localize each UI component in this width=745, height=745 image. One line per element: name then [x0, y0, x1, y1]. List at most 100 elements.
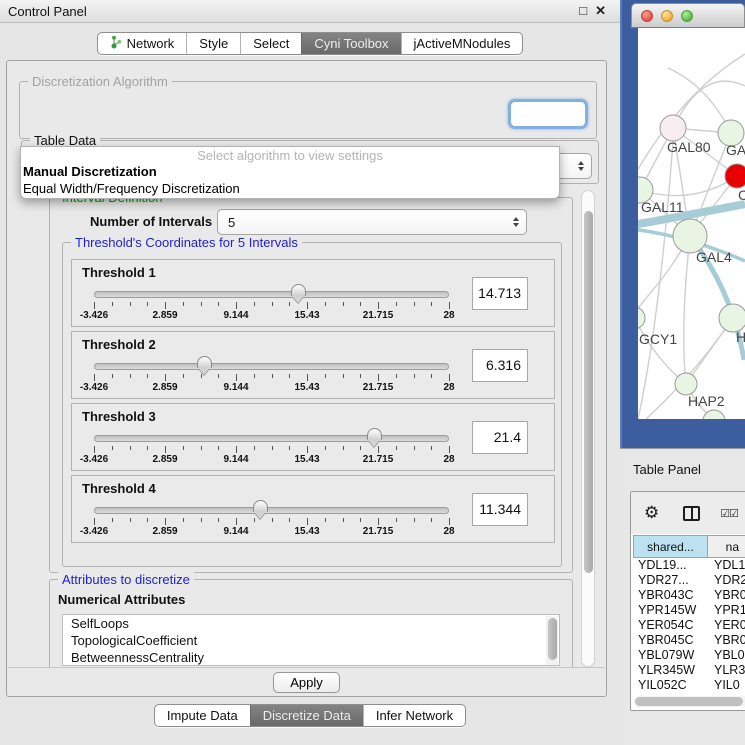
algorithm-option-manual-discretization[interactable]: Manual Discretization — [21, 163, 559, 180]
threshold-value-field[interactable]: 21.4 — [472, 421, 528, 454]
tab-jactivemnodules[interactable]: jActiveMNodules — [401, 33, 523, 54]
network-node-label: GAL11 — [641, 199, 684, 215]
network-node-gal80[interactable] — [660, 115, 686, 141]
table-row[interactable]: YDR27...YDR2 — [633, 573, 745, 588]
network-node[interactable] — [703, 410, 725, 419]
close-panel-icon[interactable]: ✕ — [595, 3, 606, 19]
slider-tick — [449, 374, 450, 381]
cyni-toolbox-panel: Discretization Algorithm Table Data galF… — [6, 60, 607, 697]
table-row[interactable]: YBL079WYBL0 — [633, 648, 745, 663]
tab-infer-network[interactable]: Infer Network — [363, 705, 465, 726]
discretization-algorithm-group-title: Discretization Algorithm — [28, 74, 172, 89]
tab-cyni-toolbox[interactable]: Cyni Toolbox — [301, 33, 400, 54]
slider-tick — [130, 302, 131, 306]
slider-tick — [396, 374, 397, 378]
select-columns-icon[interactable]: ☑☑ — [720, 507, 738, 520]
threshold-value-field[interactable]: 6.316 — [472, 349, 528, 382]
split-view-icon[interactable] — [683, 506, 700, 521]
slider-tick — [94, 518, 95, 525]
slider-tick — [343, 302, 344, 306]
table-row[interactable]: YER054CYER0 — [633, 618, 745, 633]
node-table: ⚙ ☑☑ shared... na YDL19...YDL1YDR27...YD… — [630, 491, 745, 711]
network-node-h[interactable] — [719, 304, 745, 332]
threshold-slider-thumb[interactable] — [253, 500, 268, 512]
network-edge[interactable] — [684, 236, 690, 384]
slider-tick — [147, 518, 148, 522]
network-node-hap2[interactable] — [675, 373, 697, 395]
threshold-value-field[interactable]: 14.713 — [472, 277, 528, 310]
close-window-icon[interactable] — [641, 10, 653, 22]
cell-name: YDR2 — [708, 573, 745, 588]
slider-tick-label: 21.715 — [363, 382, 394, 393]
slider-tick-label: 28 — [443, 310, 454, 321]
threshold-slider-track[interactable] — [94, 363, 449, 370]
threshold-slider-track[interactable] — [94, 435, 449, 442]
table-row[interactable]: YBR045CYBR0 — [633, 633, 745, 648]
attributes-scrollbar[interactable] — [546, 616, 558, 666]
slider-tick — [112, 446, 113, 450]
numerical-attributes-list[interactable]: SelfLoopsTopologicalCoefficientBetweenne… — [62, 614, 560, 666]
slider-tick — [449, 518, 450, 525]
gear-icon[interactable]: ⚙ — [644, 503, 659, 523]
threshold-slider-thumb[interactable] — [197, 356, 212, 368]
panel-scrollbar[interactable] — [581, 190, 595, 667]
attribute-item-topologicalcoefficient[interactable]: TopologicalCoefficient — [63, 632, 559, 649]
table-row[interactable]: YDL19...YDL1 — [633, 558, 745, 573]
table-row[interactable]: YLR345WYLR3 — [633, 663, 745, 678]
attribute-item-betweennesscentrality[interactable]: BetweennessCentrality — [63, 649, 559, 666]
network-edge[interactable] — [638, 318, 686, 384]
threshold-slider-thumb[interactable] — [291, 284, 306, 296]
float-window-icon[interactable]: □ — [579, 3, 587, 19]
table-panel-section: Table Panel ⚙ ☑☑ shared... na YDL19...YD… — [620, 448, 745, 745]
table-row[interactable]: YBR043CYBR0 — [633, 588, 745, 603]
slider-tick — [307, 302, 308, 309]
network-edge[interactable] — [638, 54, 745, 178]
slider-tick — [289, 302, 290, 306]
threshold-slider-track[interactable] — [94, 507, 449, 514]
tab-network[interactable]: Network — [98, 33, 187, 54]
table-row[interactable]: YIL052CYIL0 — [633, 678, 745, 693]
apply-strip: Apply — [8, 667, 605, 696]
attribute-item-selfloops[interactable]: SelfLoops — [63, 615, 559, 632]
zoom-window-icon[interactable] — [681, 10, 693, 22]
network-window-titlebar[interactable] — [631, 3, 745, 28]
network-node-c[interactable] — [725, 164, 745, 188]
apply-button[interactable]: Apply — [273, 672, 340, 693]
slider-tick — [396, 446, 397, 450]
tab-impute-data[interactable]: Impute Data — [155, 705, 250, 726]
slider-tick — [236, 374, 237, 381]
tab-select[interactable]: Select — [240, 33, 301, 54]
cell-shared-name: YBL079W — [633, 648, 708, 663]
cell-shared-name: YIL052C — [633, 678, 708, 693]
table-horizontal-scrollbar-thumb[interactable] — [635, 697, 743, 706]
tab-style[interactable]: Style — [186, 33, 240, 54]
threshold-value-field[interactable]: 11.344 — [472, 493, 528, 526]
algorithm-popup-placeholder: Select algorithm to view settings — [21, 148, 559, 163]
column-header-shared-name[interactable]: shared... — [633, 535, 708, 558]
threshold-label: Threshold 3 — [82, 409, 156, 424]
table-horizontal-scrollbar[interactable] — [634, 696, 745, 707]
attributes-scrollbar-thumb[interactable] — [548, 618, 557, 660]
slider-tick — [325, 374, 326, 378]
threshold-slider-track[interactable] — [94, 291, 449, 298]
network-node-gal4[interactable] — [673, 219, 707, 253]
algorithm-select[interactable] — [508, 99, 588, 129]
network-node-gcy1[interactable] — [638, 307, 645, 329]
column-header-name[interactable]: na — [708, 535, 745, 558]
cell-name: YIL0 — [708, 678, 745, 693]
slider-tick — [414, 374, 415, 378]
network-canvas[interactable]: GAL80GACGAL11GAL4GCY1HHAP2 — [638, 28, 745, 419]
slider-tick — [289, 518, 290, 522]
threshold-slider-thumb[interactable] — [367, 428, 382, 440]
cell-name: YLR3 — [708, 663, 745, 678]
minimize-window-icon[interactable] — [661, 10, 673, 22]
slider-tick-label: 15.43 — [294, 382, 319, 393]
network-edge[interactable] — [640, 176, 737, 196]
algorithm-option-equal-width-frequency-discretization[interactable]: Equal Width/Frequency Discretization — [21, 180, 559, 197]
cell-name: YDL1 — [708, 558, 745, 573]
number-of-intervals-select[interactable]: 5 — [217, 209, 527, 235]
tab-label: Network — [127, 36, 175, 51]
panel-scrollbar-thumb[interactable] — [584, 211, 593, 573]
tab-discretize-data[interactable]: Discretize Data — [250, 705, 363, 726]
table-row[interactable]: YPR145WYPR1 — [633, 603, 745, 618]
